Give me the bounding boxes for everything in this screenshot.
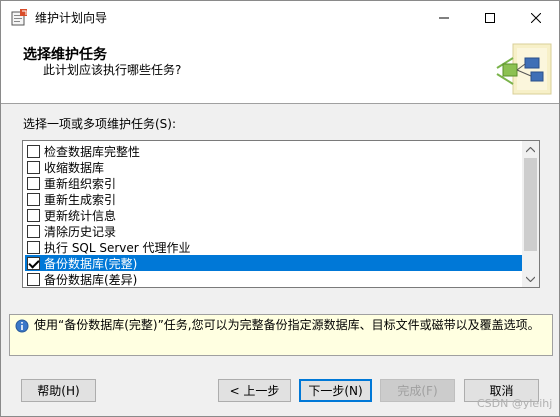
task-checkbox[interactable] bbox=[27, 176, 40, 190]
list-item[interactable]: 重新组织索引 bbox=[25, 175, 522, 191]
task-checkbox[interactable] bbox=[27, 160, 40, 174]
list-item-selected[interactable]: 备份数据库(完整) bbox=[25, 255, 522, 271]
scrollbar-thumb[interactable] bbox=[524, 158, 537, 251]
task-label: 备份数据库(完整) bbox=[44, 256, 138, 271]
task-label: 重新生成索引 bbox=[44, 192, 117, 207]
close-button[interactable] bbox=[513, 1, 559, 34]
chevron-down-icon bbox=[526, 276, 535, 282]
vertical-scrollbar[interactable] bbox=[522, 141, 539, 287]
next-button[interactable]: 下一步(N) bbox=[299, 379, 372, 402]
task-checkbox-checked[interactable] bbox=[27, 256, 40, 270]
list-item[interactable]: 执行 SQL Server 代理作业 bbox=[25, 239, 522, 255]
list-item[interactable]: 收缩数据库 bbox=[25, 159, 522, 175]
task-checkbox[interactable] bbox=[27, 208, 40, 222]
task-label: 重新组织索引 bbox=[44, 176, 117, 191]
task-listbox[interactable]: 检查数据库完整性 收缩数据库 重新组织索引 重新生成索引 更新统计信息 清除历史… bbox=[22, 140, 540, 288]
wizard-graphic-icon bbox=[496, 43, 552, 95]
task-label: 执行 SQL Server 代理作业 bbox=[44, 240, 191, 255]
list-item[interactable]: 检查数据库完整性 bbox=[25, 143, 522, 159]
task-list-label: 选择一项或多项维护任务(S): bbox=[23, 117, 177, 131]
page-subtitle: 此计划应该执行哪些任务? bbox=[43, 63, 182, 77]
task-label: 清除历史记录 bbox=[44, 224, 117, 239]
scroll-up-button[interactable] bbox=[522, 141, 539, 158]
task-description-text: 使用“备份数据库(完整)”任务,您可以为完整备份指定源数据库、目标文件或磁带以及… bbox=[34, 318, 540, 332]
back-button[interactable]: < 上一步 bbox=[218, 379, 291, 402]
list-item[interactable]: 备份数据库(差异) bbox=[25, 271, 522, 287]
task-checkbox[interactable] bbox=[27, 192, 40, 206]
finish-button[interactable]: 完成(F) bbox=[380, 379, 455, 402]
task-checkbox[interactable] bbox=[27, 224, 40, 238]
task-label: 收缩数据库 bbox=[44, 160, 105, 175]
list-item[interactable]: 清除历史记录 bbox=[25, 223, 522, 239]
app-icon bbox=[11, 9, 27, 26]
minimize-icon bbox=[439, 17, 449, 18]
close-icon bbox=[531, 12, 541, 23]
help-button[interactable]: 帮助(H) bbox=[21, 379, 96, 402]
task-checkbox[interactable] bbox=[27, 240, 40, 254]
chevron-up-icon bbox=[526, 146, 535, 152]
list-item[interactable]: 重新生成索引 bbox=[25, 191, 522, 207]
task-checkbox[interactable] bbox=[27, 272, 40, 286]
task-checkbox[interactable] bbox=[27, 144, 40, 158]
task-description-box: 使用“备份数据库(完整)”任务,您可以为完整备份指定源数据库、目标文件或磁带以及… bbox=[9, 314, 553, 356]
scroll-down-button[interactable] bbox=[522, 270, 539, 287]
info-icon bbox=[15, 319, 29, 333]
task-label: 更新统计信息 bbox=[44, 208, 117, 223]
minimize-button[interactable] bbox=[421, 1, 467, 34]
wizard-header: 选择维护任务 此计划应该执行哪些任务? bbox=[1, 34, 559, 104]
maximize-button[interactable] bbox=[467, 1, 513, 34]
wizard-window: 维护计划向导 选择维护任务 此计划应该执行哪些任务? 选择一项或多项维护任务(S… bbox=[0, 0, 560, 417]
task-label: 备份数据库(差异) bbox=[44, 272, 138, 287]
maximize-icon bbox=[485, 12, 495, 23]
task-label: 检查数据库完整性 bbox=[44, 144, 141, 159]
list-item[interactable]: 更新统计信息 bbox=[25, 207, 522, 223]
window-title: 维护计划向导 bbox=[35, 11, 108, 25]
title-bar[interactable]: 维护计划向导 bbox=[1, 1, 559, 34]
watermark: CSDN @yleihj bbox=[477, 397, 553, 410]
